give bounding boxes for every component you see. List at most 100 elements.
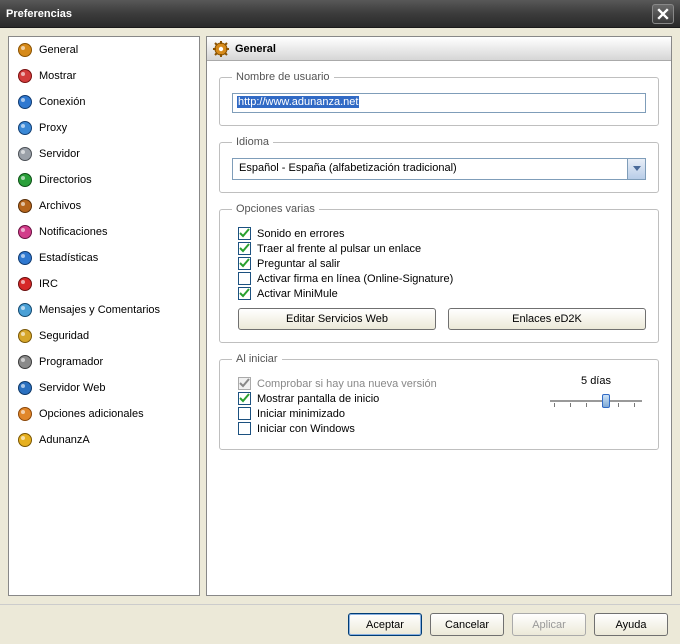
misc-check-4[interactable]: Activar MiniMule bbox=[232, 287, 646, 300]
sidebar-item-6[interactable]: Archivos bbox=[9, 193, 199, 219]
sidebar-item-2[interactable]: Conexión bbox=[9, 89, 199, 115]
group-language-legend: Idioma bbox=[232, 136, 273, 148]
misc-check-3[interactable]: Activar firma en línea (Online-Signature… bbox=[232, 272, 646, 285]
close-button[interactable] bbox=[652, 4, 674, 24]
sidebar-item-label: Programador bbox=[39, 356, 103, 368]
misc-check-1[interactable]: Traer al frente al pulsar un enlace bbox=[232, 242, 646, 255]
titlebar: Preferencias bbox=[0, 0, 680, 28]
ed2k-links-button[interactable]: Enlaces eD2K bbox=[448, 308, 646, 330]
sidebar-item-label: Directorios bbox=[39, 174, 92, 186]
sidebar-item-9[interactable]: IRC bbox=[9, 271, 199, 297]
sidebar-item-11[interactable]: Seguridad bbox=[9, 323, 199, 349]
edit-web-services-button[interactable]: Editar Servicios Web bbox=[238, 308, 436, 330]
sidebar-item-label: Opciones adicionales bbox=[39, 408, 144, 420]
slider-thumb[interactable] bbox=[602, 394, 610, 408]
sidebar-item-label: Servidor Web bbox=[39, 382, 105, 394]
sidebar-item-15[interactable]: AdunanzA bbox=[9, 427, 199, 453]
sidebar-item-5[interactable]: Directorios bbox=[9, 167, 199, 193]
checkbox-label: Preguntar al salir bbox=[257, 258, 340, 270]
checkbox-label: Iniciar minimizado bbox=[257, 408, 345, 420]
panel-title: General bbox=[235, 43, 276, 55]
globe-icon bbox=[17, 380, 33, 396]
group-startup: Al iniciar Comprobar si hay una nueva ve… bbox=[219, 353, 659, 450]
sidebar-item-label: Proxy bbox=[39, 122, 67, 134]
checkbox-icon bbox=[238, 227, 251, 240]
sidebar-item-13[interactable]: Servidor Web bbox=[9, 375, 199, 401]
gear-icon bbox=[213, 41, 229, 57]
irc-icon bbox=[17, 276, 33, 292]
sidebar-item-12[interactable]: Programador bbox=[9, 349, 199, 375]
stats-icon bbox=[17, 250, 33, 266]
close-icon bbox=[657, 8, 669, 20]
checkbox-label: Activar firma en línea (Online-Signature… bbox=[257, 273, 453, 285]
group-misc-legend: Opciones varias bbox=[232, 203, 319, 215]
sidebar-item-label: Archivos bbox=[39, 200, 81, 212]
schedule-icon bbox=[17, 354, 33, 370]
plus-gear-icon bbox=[17, 406, 33, 422]
checkbox-label: Mostrar pantalla de inicio bbox=[257, 393, 379, 405]
slider-track bbox=[550, 400, 642, 402]
checkbox-label: Traer al frente al pulsar un enlace bbox=[257, 243, 421, 255]
sidebar-item-0[interactable]: General bbox=[9, 37, 199, 63]
sidebar-item-14[interactable]: Opciones adicionales bbox=[9, 401, 199, 427]
sidebar-item-label: Notificaciones bbox=[39, 226, 107, 238]
sidebar-item-8[interactable]: Estadísticas bbox=[9, 245, 199, 271]
files-icon bbox=[17, 198, 33, 214]
window-body: General Mostrar Conexión Proxy Servidor Direc… bbox=[0, 28, 680, 604]
ok-button[interactable]: Aceptar bbox=[348, 613, 422, 636]
checkbox-icon bbox=[238, 287, 251, 300]
checkbox-icon bbox=[238, 422, 251, 435]
cancel-button[interactable]: Cancelar bbox=[430, 613, 504, 636]
sidebar: General Mostrar Conexión Proxy Servidor Direc… bbox=[8, 36, 200, 596]
sidebar-item-1[interactable]: Mostrar bbox=[9, 63, 199, 89]
checkbox-icon bbox=[238, 257, 251, 270]
bell-icon bbox=[17, 224, 33, 240]
dropdown-button[interactable] bbox=[627, 159, 645, 179]
preferences-window: Preferencias General Mostrar Conexión Proxy… bbox=[0, 0, 680, 644]
main-panel: General Nombre de usuario http://www.adu… bbox=[206, 36, 672, 596]
proxy-icon bbox=[17, 120, 33, 136]
checkbox-icon bbox=[238, 407, 251, 420]
connection-icon bbox=[17, 94, 33, 110]
group-startup-legend: Al iniciar bbox=[232, 353, 282, 365]
language-value: Español - España (alfabetización tradici… bbox=[233, 159, 627, 179]
checkbox-label: Comprobar si hay una nueva versión bbox=[257, 378, 437, 390]
sidebar-item-7[interactable]: Notificaciones bbox=[9, 219, 199, 245]
startup-check-0: Comprobar si hay una nueva versión bbox=[232, 377, 546, 390]
checkbox-label: Activar MiniMule bbox=[257, 288, 338, 300]
sidebar-item-label: Servidor bbox=[39, 148, 80, 160]
group-language: Idioma Español - España (alfabetización … bbox=[219, 136, 659, 193]
sidebar-item-3[interactable]: Proxy bbox=[9, 115, 199, 141]
update-days: 5 días bbox=[546, 375, 646, 411]
server-icon bbox=[17, 146, 33, 162]
adunanza-icon bbox=[17, 432, 33, 448]
misc-check-2[interactable]: Preguntar al salir bbox=[232, 257, 646, 270]
sidebar-item-4[interactable]: Servidor bbox=[9, 141, 199, 167]
display-icon bbox=[17, 68, 33, 84]
username-input[interactable]: http://www.adunanza.net bbox=[232, 93, 646, 113]
panel-header: General bbox=[207, 37, 671, 61]
update-days-label: 5 días bbox=[546, 375, 646, 387]
misc-check-0[interactable]: Sonido en errores bbox=[232, 227, 646, 240]
sidebar-item-label: Estadísticas bbox=[39, 252, 98, 264]
lock-icon bbox=[17, 328, 33, 344]
sidebar-item-label: AdunanzA bbox=[39, 434, 90, 446]
language-select[interactable]: Español - España (alfabetización tradici… bbox=[232, 158, 646, 180]
startup-check-3[interactable]: Iniciar con Windows bbox=[232, 422, 546, 435]
sidebar-item-label: Mensajes y Comentarios bbox=[39, 304, 160, 316]
sidebar-item-label: Mostrar bbox=[39, 70, 76, 82]
startup-check-1[interactable]: Mostrar pantalla de inicio bbox=[232, 392, 546, 405]
apply-button[interactable]: Aplicar bbox=[512, 613, 586, 636]
sidebar-item-10[interactable]: Mensajes y Comentarios bbox=[9, 297, 199, 323]
checkbox-icon bbox=[238, 242, 251, 255]
group-misc: Opciones varias Sonido en errores Traer a… bbox=[219, 203, 659, 343]
group-username: Nombre de usuario http://www.adunanza.ne… bbox=[219, 71, 659, 126]
startup-check-2[interactable]: Iniciar minimizado bbox=[232, 407, 546, 420]
chevron-down-icon bbox=[633, 166, 641, 172]
sidebar-item-label: IRC bbox=[39, 278, 58, 290]
checkbox-icon bbox=[238, 272, 251, 285]
help-button[interactable]: Ayuda bbox=[594, 613, 668, 636]
group-username-legend: Nombre de usuario bbox=[232, 71, 334, 83]
update-days-slider[interactable] bbox=[546, 391, 646, 411]
checkbox-label: Sonido en errores bbox=[257, 228, 344, 240]
